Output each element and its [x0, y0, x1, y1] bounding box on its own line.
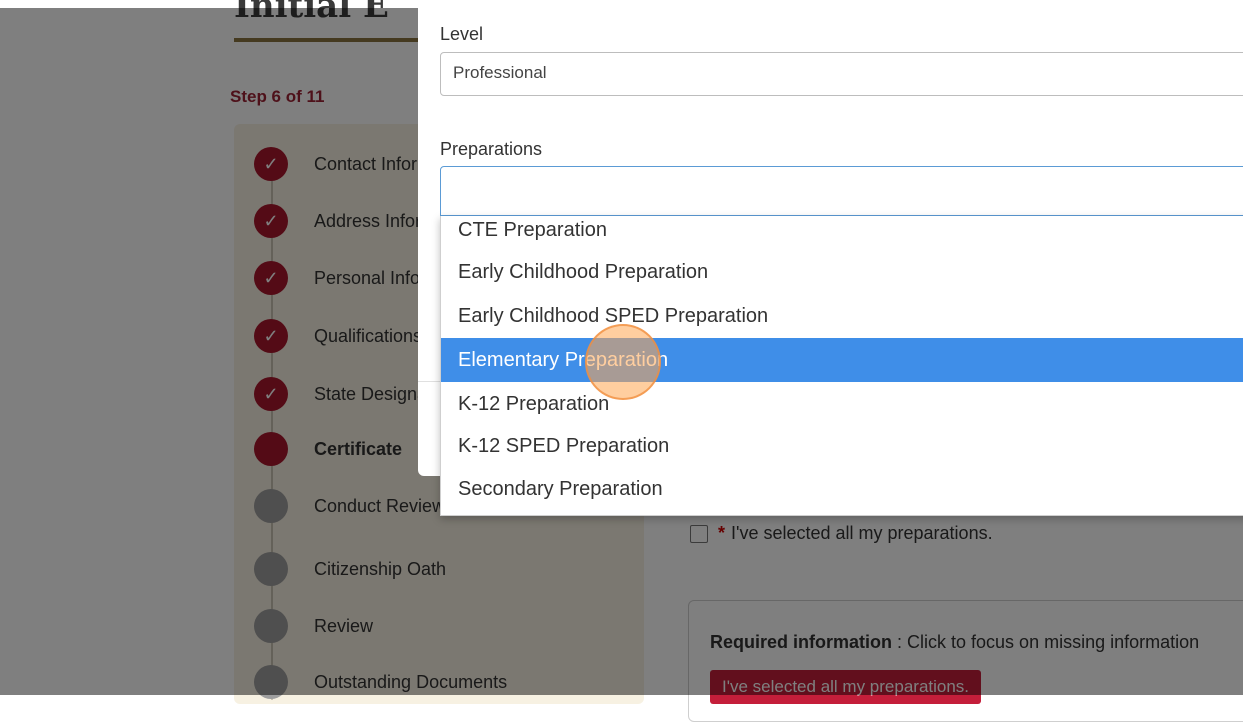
- preparations-label: Preparations: [440, 139, 543, 159]
- dropdown-option[interactable]: CTE Preparation: [441, 216, 1243, 252]
- dropdown-option[interactable]: Early Childhood Preparation: [441, 250, 1243, 294]
- level-field[interactable]: Professional: [440, 52, 1243, 96]
- dropdown-option-selected[interactable]: Elementary Preparation: [441, 338, 1243, 382]
- preparations-dropdown[interactable]: CTE Preparation Early Childhood Preparat…: [440, 216, 1243, 516]
- click-indicator: [585, 324, 661, 400]
- dropdown-option[interactable]: K-12 Preparation: [441, 382, 1243, 426]
- top-strip: [0, 0, 1243, 8]
- dropdown-option[interactable]: K-12 SPED Preparation: [441, 424, 1243, 468]
- preparations-search-input[interactable]: [440, 166, 1243, 216]
- dropdown-option[interactable]: Secondary Preparation: [441, 467, 1243, 511]
- level-label: Level: [440, 24, 484, 44]
- dropdown-option[interactable]: Early Childhood SPED Preparation: [441, 294, 1243, 338]
